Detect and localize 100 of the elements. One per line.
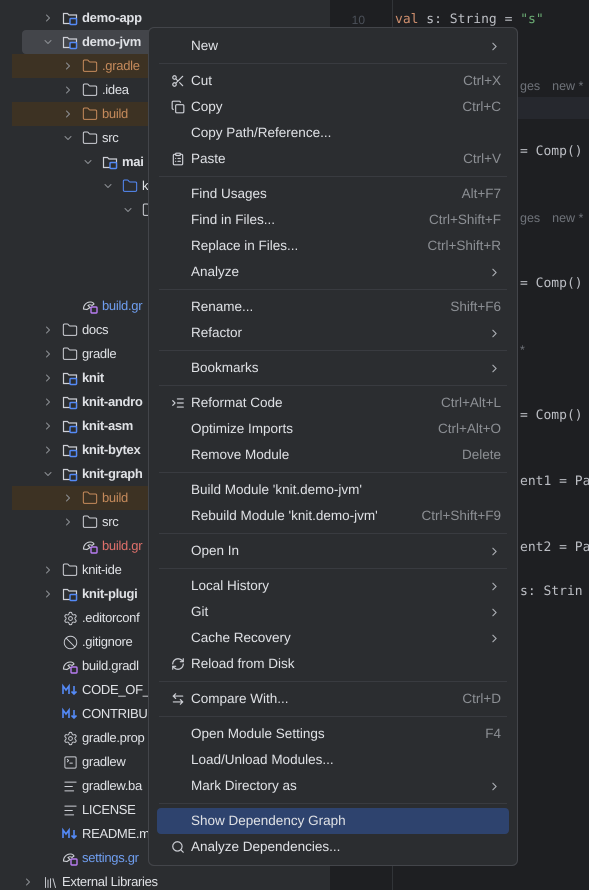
menu-item[interactable]: Optimize Imports Ctrl+Alt+O xyxy=(157,416,509,442)
tree-item-label[interactable]: .gradle xyxy=(102,56,140,76)
inlay-hint: ges xyxy=(520,210,540,227)
tree-item-label[interactable]: build.gr xyxy=(102,296,142,316)
shortcut-label: Delete xyxy=(462,446,501,464)
menu-item[interactable]: Remove Module Delete xyxy=(157,442,509,468)
clipboard-icon xyxy=(171,152,185,166)
menu-item[interactable]: Reformat Code Ctrl+Alt+L xyxy=(157,390,509,416)
tree-item-label[interactable]: build.gradl xyxy=(82,656,139,676)
menu-item[interactable]: New xyxy=(157,33,509,59)
tree-item-label[interactable]: build.gr xyxy=(102,536,142,556)
menu-item[interactable]: Find in Files... Ctrl+Shift+F xyxy=(157,207,509,233)
code-fragment: = Comp() xyxy=(520,275,583,294)
tree-item-label[interactable]: demo-app xyxy=(82,8,142,28)
module-folder-icon xyxy=(62,394,78,410)
shortcut-label: Ctrl+Alt+L xyxy=(440,394,501,412)
menu-item[interactable]: Rename... Shift+F6 xyxy=(157,294,509,320)
tree-item-label[interactable]: CODE_OF_ xyxy=(82,680,150,700)
menu-item[interactable]: Reload from Disk xyxy=(157,651,509,677)
tree-item-label[interactable]: mai xyxy=(122,152,144,172)
module-folder-icon xyxy=(62,34,78,50)
tree-item-label[interactable]: README.m xyxy=(82,824,150,844)
menu-item[interactable]: Analyze Dependencies... xyxy=(157,834,509,860)
tree-item-label[interactable]: knit-graph xyxy=(82,464,143,484)
tree-item-label[interactable]: gradlew.ba xyxy=(82,776,142,796)
menu-item[interactable]: Rebuild Module 'knit.demo-jvm' Ctrl+Shift+F9 xyxy=(157,503,509,529)
text-file-icon xyxy=(62,778,78,794)
menu-item[interactable]: Refactor xyxy=(157,320,509,346)
folder-icon xyxy=(82,514,98,530)
module-folder-icon xyxy=(62,418,78,434)
search-icon xyxy=(171,840,185,854)
copy-icon xyxy=(171,100,185,114)
code-fragment: = Comp() xyxy=(520,407,583,426)
inlay-hint: new * xyxy=(552,78,584,95)
markdown-icon xyxy=(62,826,78,842)
tree-item-label[interactable]: External Libraries xyxy=(62,872,158,890)
menu-item[interactable]: Replace in Files... Ctrl+Shift+R xyxy=(157,233,509,259)
tree-item-label[interactable]: build xyxy=(102,104,128,124)
menu-item[interactable]: Bookmarks xyxy=(157,355,509,381)
tree-item-label[interactable]: build xyxy=(102,488,128,508)
tree-item-label[interactable]: .editorconf xyxy=(82,608,140,628)
shortcut-label: Ctrl+X xyxy=(463,72,501,90)
tree-item-label[interactable]: gradlew xyxy=(82,752,126,772)
shortcut-label: Alt+F7 xyxy=(462,184,501,203)
menu-item[interactable]: Open In xyxy=(157,538,509,564)
menu-item[interactable]: Compare With... Ctrl+D xyxy=(157,686,509,712)
tree-item-label[interactable]: gradle xyxy=(82,344,116,364)
shortcut-label: Ctrl+D xyxy=(462,690,501,708)
terminal-icon xyxy=(62,754,78,770)
folder-icon xyxy=(82,82,98,98)
menu-item[interactable]: Load/Unload Modules... xyxy=(157,747,509,773)
menu-item[interactable]: Git xyxy=(157,599,509,625)
code-line: val s: String = "s" xyxy=(394,11,544,30)
menu-item[interactable]: Build Module 'knit.demo-jvm' xyxy=(157,477,509,503)
shortcut-label: F4 xyxy=(485,724,501,743)
menu-item[interactable]: Analyze xyxy=(157,259,509,285)
menu-item[interactable]: Cut Ctrl+X xyxy=(157,68,509,94)
tree-item-label[interactable]: src xyxy=(102,128,118,148)
tree-item-label[interactable]: settings.gr xyxy=(82,848,139,868)
menu-item[interactable]: Find Usages Alt+F7 xyxy=(157,181,509,207)
menu-item[interactable]: Copy Ctrl+C xyxy=(157,94,509,120)
scissors-icon xyxy=(171,74,185,88)
text-file-icon xyxy=(62,802,78,818)
menu-item[interactable]: Open Module Settings F4 xyxy=(157,721,509,747)
menu-item[interactable]: Cache Recovery xyxy=(157,625,509,651)
tree-item-label[interactable]: demo-jvm xyxy=(82,32,142,52)
inlay-hint: new * xyxy=(552,210,584,227)
code-fragment: = Comp() xyxy=(520,143,583,162)
tree-item-label[interactable]: knit-ide xyxy=(82,560,122,580)
folder-icon xyxy=(82,130,98,146)
tree-item-label[interactable]: CONTRIBU xyxy=(82,704,148,724)
tree-item-label[interactable]: knit-asm xyxy=(82,416,134,436)
tree-item-label[interactable]: gradle.prop xyxy=(82,728,144,748)
tree-item-label[interactable]: docs xyxy=(82,320,108,340)
tree-item-label[interactable]: knit xyxy=(82,368,104,388)
tree-item-label[interactable]: k xyxy=(142,176,148,196)
inlay-hint: * xyxy=(520,342,525,359)
module-folder-icon xyxy=(62,466,78,482)
markdown-icon xyxy=(62,682,78,698)
menu-item[interactable]: Local History xyxy=(157,573,509,599)
ignore-icon xyxy=(62,634,78,650)
shortcut-label: Ctrl+V xyxy=(463,150,501,168)
tree-item-label[interactable]: knit-plugi xyxy=(82,584,138,604)
shortcut-label: Ctrl+C xyxy=(462,98,501,116)
shortcut-label: Ctrl+Shift+F9 xyxy=(421,506,501,525)
tree-item-label[interactable]: LICENSE xyxy=(82,800,136,820)
menu-item[interactable]: Show Dependency Graph xyxy=(157,808,509,834)
tree-item-label[interactable]: knit-andro xyxy=(82,392,143,412)
tree-item-label[interactable]: knit-bytex xyxy=(82,440,140,460)
tree-item-label[interactable]: .idea xyxy=(102,80,129,100)
folder-icon xyxy=(82,490,98,506)
indent-icon xyxy=(171,396,185,410)
menu-item[interactable]: Mark Directory as xyxy=(157,773,509,799)
markdown-icon xyxy=(62,706,78,722)
folder-icon xyxy=(62,562,78,578)
menu-item[interactable]: Paste Ctrl+V xyxy=(157,146,509,172)
menu-item[interactable]: Copy Path/Reference... xyxy=(157,120,509,146)
code-fragment: s: Strin xyxy=(520,583,583,602)
tree-item-label[interactable]: src xyxy=(102,512,118,532)
tree-item-label[interactable]: .gitignore xyxy=(82,632,132,652)
